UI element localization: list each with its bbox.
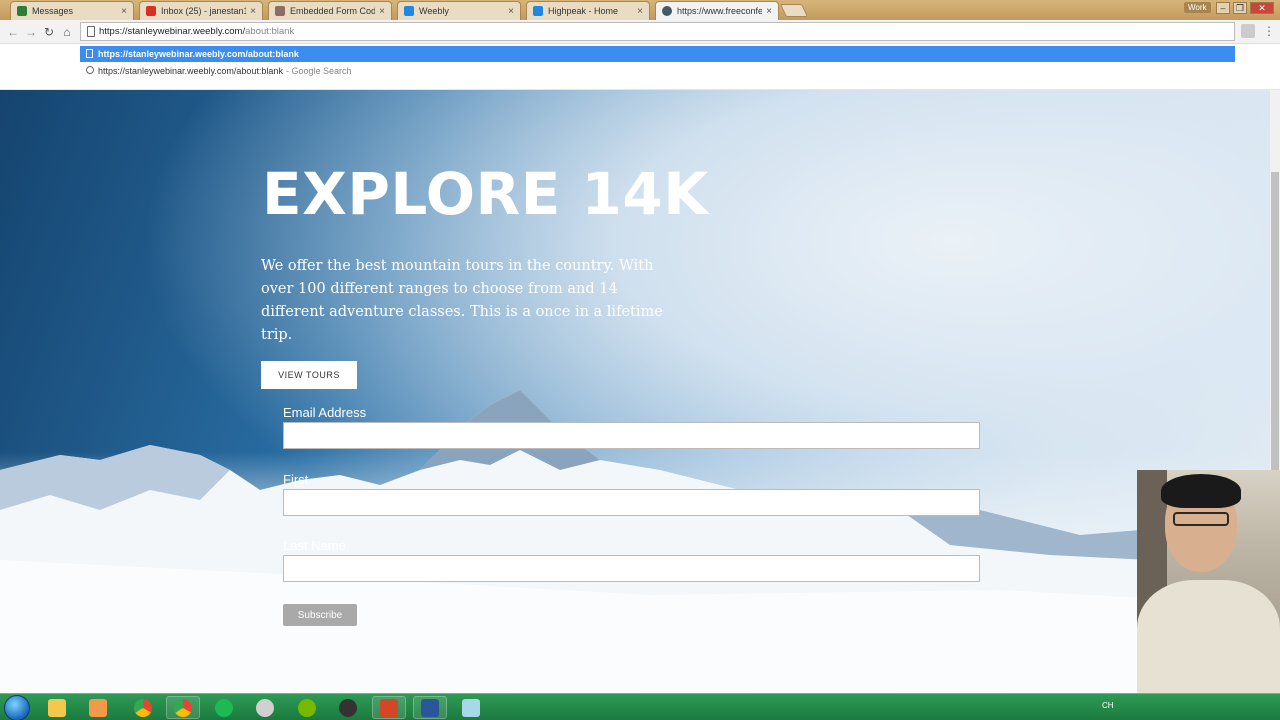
screen: Messages × Inbox (25) - janestan19! × Em…: [0, 0, 1280, 720]
browser-toolbar: ← → ↻ ⌂ https://stanleywebinar.weebly.co…: [0, 20, 1280, 44]
tab-title: https://www.freeconfere: [677, 6, 763, 16]
last-name-label: Last Name: [283, 538, 346, 553]
mountain-illustration: [0, 390, 1270, 693]
tab-weebly[interactable]: Weebly ×: [397, 1, 521, 20]
extension-icon[interactable]: [1241, 24, 1255, 38]
close-window-button[interactable]: ✕: [1250, 2, 1274, 14]
tab-title: Weebly: [419, 6, 449, 16]
forward-icon[interactable]: →: [24, 25, 38, 39]
chrome-icon[interactable]: [126, 696, 160, 719]
webcam-person-glasses: [1173, 512, 1229, 526]
restore-button[interactable]: ❐: [1233, 2, 1247, 14]
language-indicator[interactable]: CH: [1102, 701, 1114, 710]
email-label: Email Address: [283, 405, 367, 420]
webcam-person-hair: [1161, 474, 1241, 508]
tab-embedded-form[interactable]: Embedded Form Code | ×: [268, 1, 392, 20]
close-icon[interactable]: ×: [766, 6, 772, 17]
powerpoint-icon[interactable]: [372, 696, 406, 719]
view-tours-button[interactable]: VIEW TOURS: [261, 361, 357, 389]
app-icon[interactable]: [248, 696, 282, 719]
minimize-button[interactable]: –: [1216, 2, 1230, 14]
tab-highpeak[interactable]: Highpeak - Home ×: [526, 1, 650, 20]
weebly-icon: [404, 6, 414, 16]
tab-messages[interactable]: Messages ×: [10, 1, 134, 20]
tab-title: Messages: [32, 6, 74, 16]
first-name-input[interactable]: [283, 489, 980, 516]
subscribe-button[interactable]: Subscribe: [283, 604, 357, 626]
close-icon[interactable]: ×: [637, 6, 643, 17]
tab-freeconference[interactable]: https://www.freeconfere ×: [655, 1, 779, 20]
gmail-icon: [146, 6, 156, 16]
webcam-person-body: [1137, 580, 1280, 693]
page-icon: [275, 6, 285, 16]
back-icon[interactable]: ←: [6, 25, 20, 39]
tab-title: Inbox (25) - janestan19!: [161, 6, 246, 16]
menu-icon[interactable]: ⋮: [1263, 24, 1275, 38]
close-icon[interactable]: ×: [508, 6, 514, 17]
suggestion-item[interactable]: https://stanleywebinar.weebly.com/about:…: [80, 63, 1235, 79]
window-icon[interactable]: [454, 696, 488, 719]
webcam-overlay: [1137, 470, 1280, 693]
start-button[interactable]: [4, 695, 30, 720]
tab-title: Embedded Form Code |: [290, 6, 375, 16]
home-icon[interactable]: ⌂: [60, 25, 74, 39]
profile-button[interactable]: Work: [1184, 2, 1211, 13]
file-explorer-icon[interactable]: [40, 696, 74, 719]
omnibox-suggestions: https://stanleywebinar.weebly.com/about:…: [80, 45, 1235, 81]
address-bar[interactable]: https://stanleywebinar.weebly.com/about:…: [80, 22, 1235, 41]
obs-icon[interactable]: [331, 696, 365, 719]
close-icon[interactable]: ×: [379, 6, 385, 17]
browser-tab-strip: Messages × Inbox (25) - janestan19! × Em…: [0, 0, 1280, 20]
page-icon: [86, 49, 93, 58]
address-typed-text: https://stanleywebinar.weebly.com/: [99, 26, 246, 37]
reload-icon[interactable]: ↻: [42, 25, 56, 39]
suggestion-text: https://stanleywebinar.weebly.com/about:…: [98, 49, 299, 59]
messages-icon: [17, 6, 27, 16]
close-icon[interactable]: ×: [250, 6, 256, 17]
windows-taskbar: CH: [0, 693, 1280, 720]
tab-title: Highpeak - Home: [548, 6, 619, 16]
hero-description: We offer the best mountain tours in the …: [261, 258, 663, 343]
chrome-active-icon[interactable]: [166, 696, 200, 719]
search-icon: [86, 66, 94, 74]
utorrent-icon[interactable]: [290, 696, 324, 719]
last-name-input[interactable]: [283, 555, 980, 582]
weebly-icon: [533, 6, 543, 16]
spotify-icon[interactable]: [207, 696, 241, 719]
hero-headline: EXPLORE 14K: [262, 160, 709, 228]
globe-icon: [662, 6, 672, 16]
new-tab-button[interactable]: [779, 4, 809, 17]
word-icon[interactable]: [413, 696, 447, 719]
email-input[interactable]: [283, 422, 980, 449]
page-info-icon[interactable]: [87, 26, 95, 37]
address-autocomplete: about:blank: [245, 26, 295, 37]
first-name-label: First: [283, 472, 309, 487]
suggestion-item[interactable]: https://stanleywebinar.weebly.com/about:…: [80, 46, 1235, 62]
suggestion-hint: - Google Search: [285, 66, 352, 76]
close-icon[interactable]: ×: [121, 6, 127, 17]
media-player-icon[interactable]: [81, 696, 115, 719]
tab-inbox[interactable]: Inbox (25) - janestan19! ×: [139, 1, 263, 20]
suggestion-text: https://stanleywebinar.weebly.com/about:…: [98, 66, 283, 76]
